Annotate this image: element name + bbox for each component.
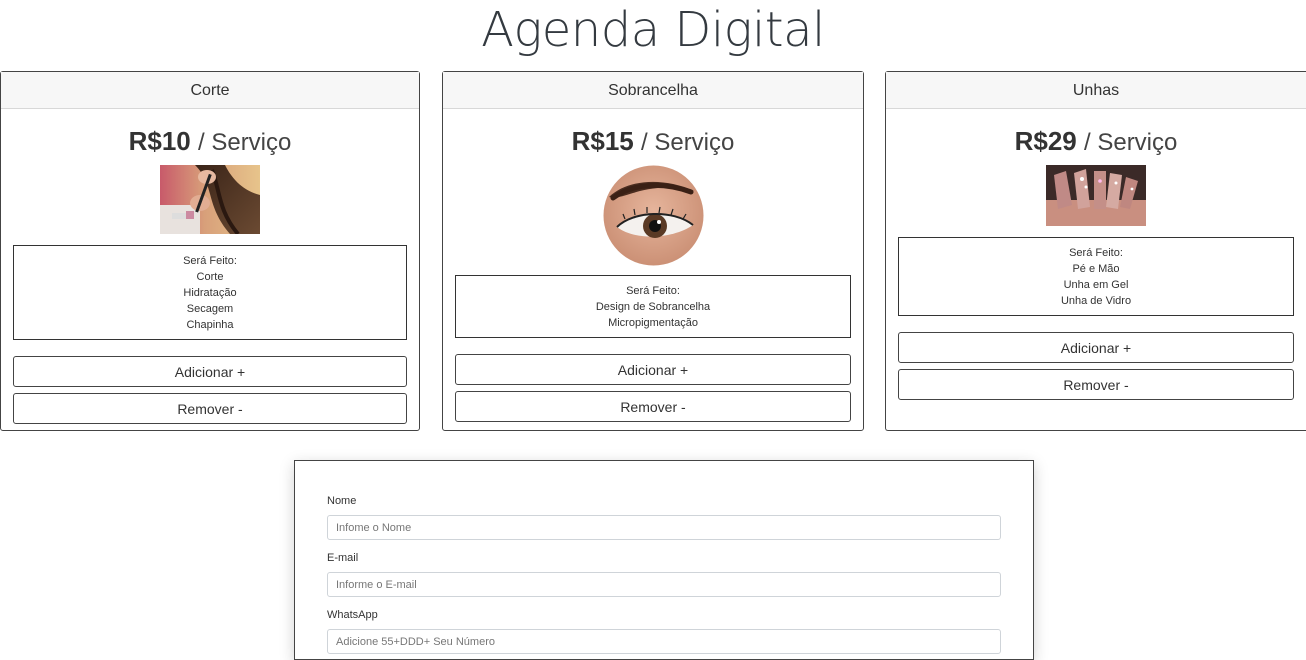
description-item: Micropigmentação <box>608 317 698 329</box>
price-amount: R$10 <box>128 126 191 156</box>
description-item: Corte <box>196 271 224 283</box>
whatsapp-input[interactable] <box>327 629 1001 654</box>
description-item: Unha em Gel <box>1063 279 1129 291</box>
description-item: Secagem <box>186 303 234 315</box>
remove-button[interactable]: Remover - <box>13 393 407 424</box>
service-description: Será Feito: Pé e Mão Unha em Gel Unha de… <box>898 237 1294 316</box>
price-amount: R$15 <box>571 126 634 156</box>
hair-icon <box>160 165 260 234</box>
description-item: Design de Sobrancelha <box>595 301 711 313</box>
service-card-corte: Corte R$10 / Serviço Será Feito: Corte H… <box>0 71 420 431</box>
card-header: Unhas <box>886 72 1306 109</box>
name-label: Nome <box>327 495 357 507</box>
email-input[interactable] <box>327 572 1001 597</box>
description-item: Chapinha <box>186 319 234 331</box>
description-title: Será Feito: <box>626 285 680 297</box>
add-button[interactable]: Adicionar + <box>898 332 1294 363</box>
price-unit: / Serviço <box>1084 129 1178 156</box>
email-label: E-mail <box>327 552 359 564</box>
add-button[interactable]: Adicionar + <box>13 356 407 387</box>
add-button[interactable]: Adicionar + <box>455 354 851 385</box>
price: R$15 / Serviço <box>443 125 863 159</box>
description-item: Hidratação <box>183 287 237 299</box>
service-card-sobrancelha: Sobrancelha R$15 / Serviço Será Feito: D… <box>442 71 864 431</box>
eyebrow-icon <box>603 165 703 266</box>
description-item: Unha de Vidro <box>1060 295 1132 307</box>
remove-button[interactable]: Remover - <box>455 391 851 422</box>
description-title: Será Feito: <box>1069 247 1123 259</box>
description-item: Pé e Mão <box>1072 263 1120 275</box>
service-description: Será Feito: Design de Sobrancelha Microp… <box>455 275 851 338</box>
booking-form: Nome E-mail WhatsApp <box>294 460 1034 660</box>
service-description: Será Feito: Corte Hidratação Secagem Cha… <box>13 245 407 340</box>
price: R$10 / Serviço <box>1 125 419 159</box>
description-title: Será Feito: <box>183 255 237 267</box>
card-header: Sobrancelha <box>443 72 863 109</box>
price-amount: R$29 <box>1014 126 1077 156</box>
price-unit: / Serviço <box>198 129 292 156</box>
name-input[interactable] <box>327 515 1001 540</box>
whatsapp-label: WhatsApp <box>327 609 378 621</box>
page-title: Agenda Digital <box>481 2 825 58</box>
card-header: Corte <box>1 72 419 109</box>
nails-icon <box>1046 165 1146 226</box>
price-unit: / Serviço <box>641 129 735 156</box>
remove-button[interactable]: Remover - <box>898 369 1294 400</box>
price: R$29 / Serviço <box>886 125 1306 159</box>
service-card-unhas: Unhas R$29 / Serviço Será Feito: Pé e Mã… <box>885 71 1306 431</box>
